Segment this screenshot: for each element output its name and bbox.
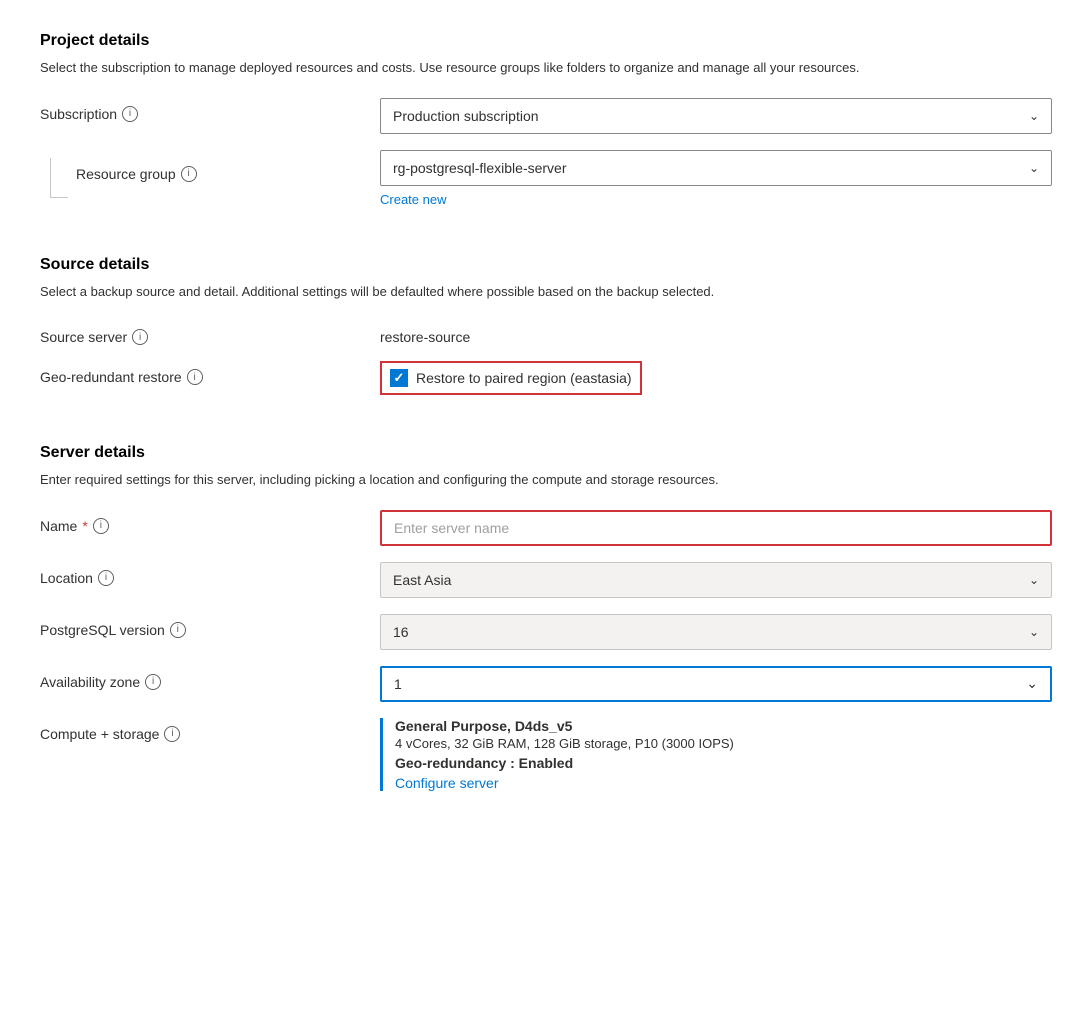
resource-group-chevron-icon: ⌄ <box>1029 161 1039 175</box>
resource-group-info-icon[interactable]: i <box>181 166 197 182</box>
postgresql-version-value: 16 <box>393 624 409 640</box>
subscription-label: Subscription i <box>40 98 380 122</box>
subscription-info-icon[interactable]: i <box>122 106 138 122</box>
source-details-title: Source details <box>40 256 1052 274</box>
divider-2 <box>40 419 1052 420</box>
checkbox-checkmark-icon: ✓ <box>394 370 405 386</box>
availability-zone-label: Availability zone i <box>40 666 380 690</box>
server-details-section: Server details Enter required settings f… <box>40 444 1052 791</box>
create-new-link[interactable]: Create new <box>380 192 446 207</box>
resource-group-dropdown[interactable]: rg-postgresql-flexible-server ⌄ <box>380 150 1052 186</box>
location-dropdown: East Asia ⌄ <box>380 562 1052 598</box>
compute-storage-info-icon[interactable]: i <box>164 726 180 742</box>
geo-redundant-control: ✓ Restore to paired region (eastasia) <box>380 361 1052 395</box>
resource-group-value: rg-postgresql-flexible-server <box>393 160 567 176</box>
server-name-input[interactable] <box>380 510 1052 546</box>
name-info-icon[interactable]: i <box>93 518 109 534</box>
availability-zone-dropdown[interactable]: 1 ⌄ <box>380 666 1052 702</box>
source-details-section: Source details Select a backup source an… <box>40 256 1052 396</box>
location-control: East Asia ⌄ <box>380 562 1052 598</box>
subscription-dropdown[interactable]: Production subscription ⌄ <box>380 98 1052 134</box>
availability-zone-info-icon[interactable]: i <box>145 674 161 690</box>
compute-storage-label: Compute + storage i <box>40 718 380 742</box>
rg-indent: Resource group i <box>40 150 380 198</box>
name-label: Name * i <box>40 510 380 534</box>
postgresql-version-dropdown: 16 ⌄ <box>380 614 1052 650</box>
source-server-info-icon[interactable]: i <box>132 329 148 345</box>
postgresql-version-chevron-icon: ⌄ <box>1029 625 1039 639</box>
location-row: Location i East Asia ⌄ <box>40 562 1052 598</box>
availability-zone-value: 1 <box>394 676 402 692</box>
configure-server-link[interactable]: Configure server <box>395 775 499 791</box>
server-details-desc: Enter required settings for this server,… <box>40 470 1052 490</box>
project-details-section: Project details Select the subscription … <box>40 32 1052 207</box>
compute-tier: General Purpose, D4ds_v5 <box>395 718 1052 734</box>
geo-redundant-checkbox-label: Restore to paired region (eastasia) <box>416 370 632 386</box>
compute-storage-value: General Purpose, D4ds_v5 4 vCores, 32 Gi… <box>380 718 1052 791</box>
geo-redundant-row: Geo-redundant restore i ✓ Restore to pai… <box>40 361 1052 395</box>
postgresql-version-control: 16 ⌄ <box>380 614 1052 650</box>
geo-redundant-label: Geo-redundant restore i <box>40 361 380 385</box>
resource-group-control: rg-postgresql-flexible-server ⌄ Create n… <box>380 150 1052 207</box>
name-row: Name * i <box>40 510 1052 546</box>
source-server-row: Source server i restore-source <box>40 321 1052 345</box>
project-details-desc: Select the subscription to manage deploy… <box>40 58 1052 78</box>
compute-geo-redundancy: Geo-redundancy : Enabled <box>395 755 1052 771</box>
location-info-icon[interactable]: i <box>98 570 114 586</box>
source-server-label: Source server i <box>40 321 380 345</box>
location-value: East Asia <box>393 572 451 588</box>
compute-storage-row: Compute + storage i General Purpose, D4d… <box>40 718 1052 791</box>
availability-zone-control: 1 ⌄ <box>380 666 1052 702</box>
server-details-title: Server details <box>40 444 1052 462</box>
availability-zone-row: Availability zone i 1 ⌄ <box>40 666 1052 702</box>
divider-1 <box>40 231 1052 232</box>
geo-redundant-checkbox-container: ✓ Restore to paired region (eastasia) <box>380 361 642 395</box>
location-chevron-icon: ⌄ <box>1029 573 1039 587</box>
resource-group-label: Resource group i <box>76 158 197 182</box>
location-label: Location i <box>40 562 380 586</box>
source-server-value: restore-source <box>380 321 1052 345</box>
resource-group-row: Resource group i rg-postgresql-flexible-… <box>40 150 1052 207</box>
geo-redundant-checkbox[interactable]: ✓ <box>390 369 408 387</box>
subscription-row: Subscription i Production subscription ⌄ <box>40 98 1052 134</box>
name-required-indicator: * <box>82 518 87 534</box>
source-details-desc: Select a backup source and detail. Addit… <box>40 282 1052 302</box>
project-details-title: Project details <box>40 32 1052 50</box>
rg-bracket <box>50 158 68 198</box>
postgresql-version-info-icon[interactable]: i <box>170 622 186 638</box>
subscription-chevron-icon: ⌄ <box>1029 109 1039 123</box>
subscription-control: Production subscription ⌄ <box>380 98 1052 134</box>
availability-zone-chevron-icon: ⌄ <box>1026 675 1038 692</box>
postgresql-version-row: PostgreSQL version i 16 ⌄ <box>40 614 1052 650</box>
geo-redundant-info-icon[interactable]: i <box>187 369 203 385</box>
name-control <box>380 510 1052 546</box>
postgresql-version-label: PostgreSQL version i <box>40 614 380 638</box>
compute-specs: 4 vCores, 32 GiB RAM, 128 GiB storage, P… <box>395 736 1052 751</box>
subscription-value: Production subscription <box>393 108 539 124</box>
